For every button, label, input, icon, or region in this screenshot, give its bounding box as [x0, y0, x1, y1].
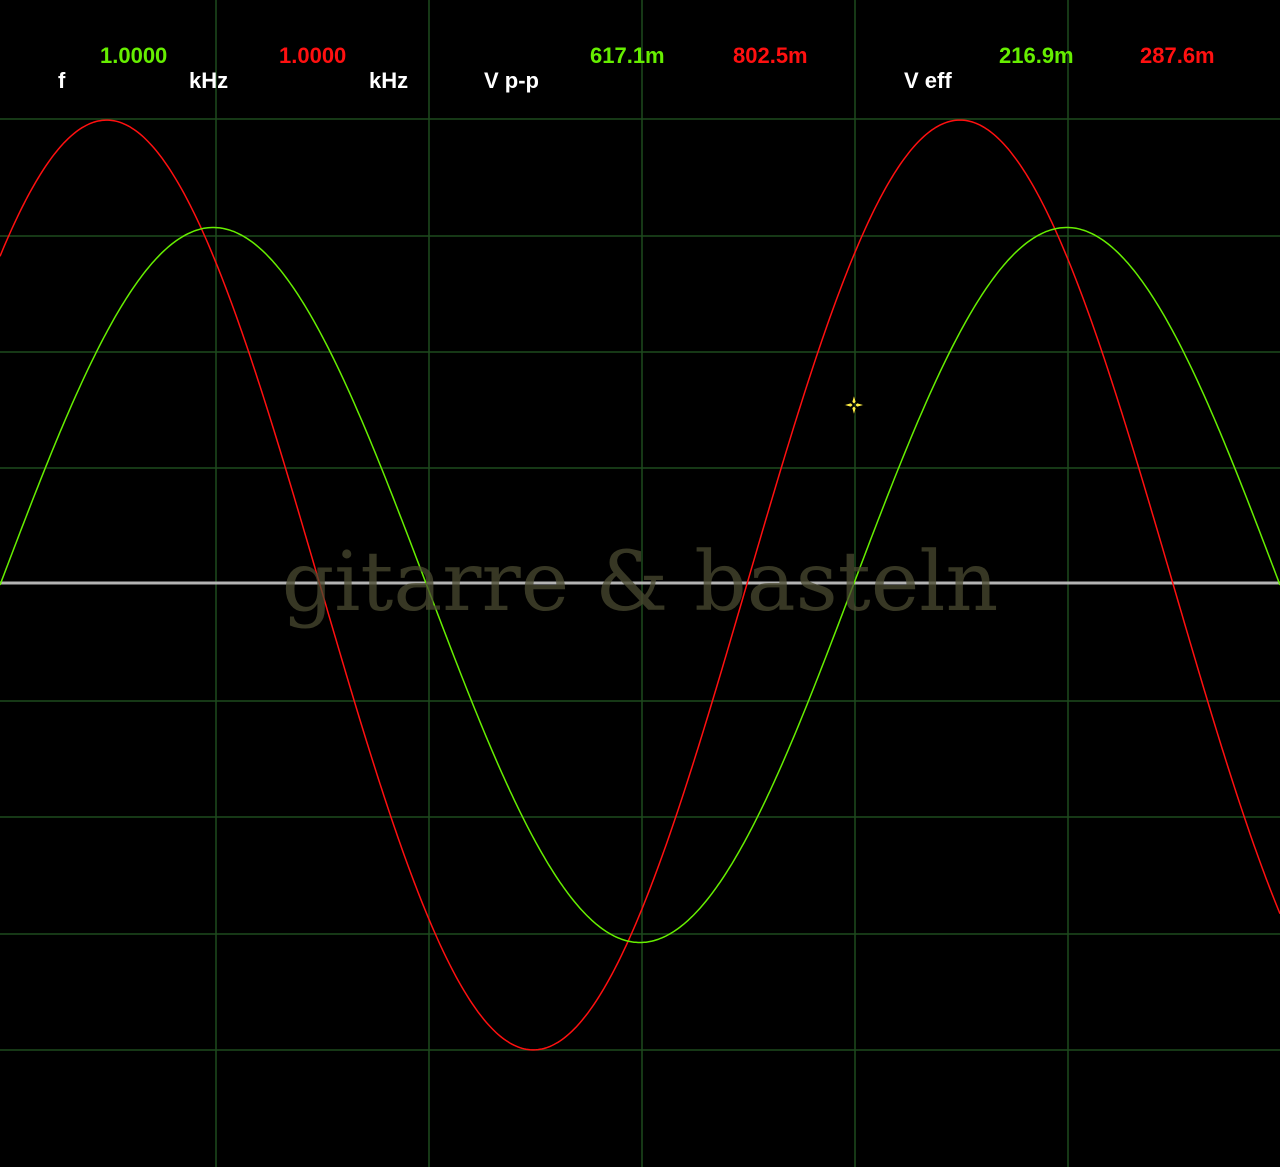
veff-label: V eff [904, 68, 952, 93]
ch2-frequency-value: 1.0000 [279, 43, 347, 68]
ch2-frequency-unit: kHz [369, 68, 409, 93]
channel-1-trace [0, 226, 1280, 944]
ch2-veff-value: 287.6m [1140, 43, 1215, 68]
ch1-frequency-unit: kHz [189, 68, 229, 93]
ch1-frequency-value: 1.0000 [100, 43, 168, 68]
ch2-vpp-value: 802.5m [733, 43, 808, 68]
frequency-label: f [58, 68, 66, 93]
channel-2-trace [0, 119, 1280, 1051]
crosshair-cursor-icon [842, 393, 866, 417]
ch1-veff-value: 216.9m [999, 43, 1074, 68]
oscilloscope-display [0, 0, 1280, 1167]
vpp-label: V p-p [484, 68, 539, 93]
ch1-vpp-value: 617.1m [590, 43, 665, 68]
